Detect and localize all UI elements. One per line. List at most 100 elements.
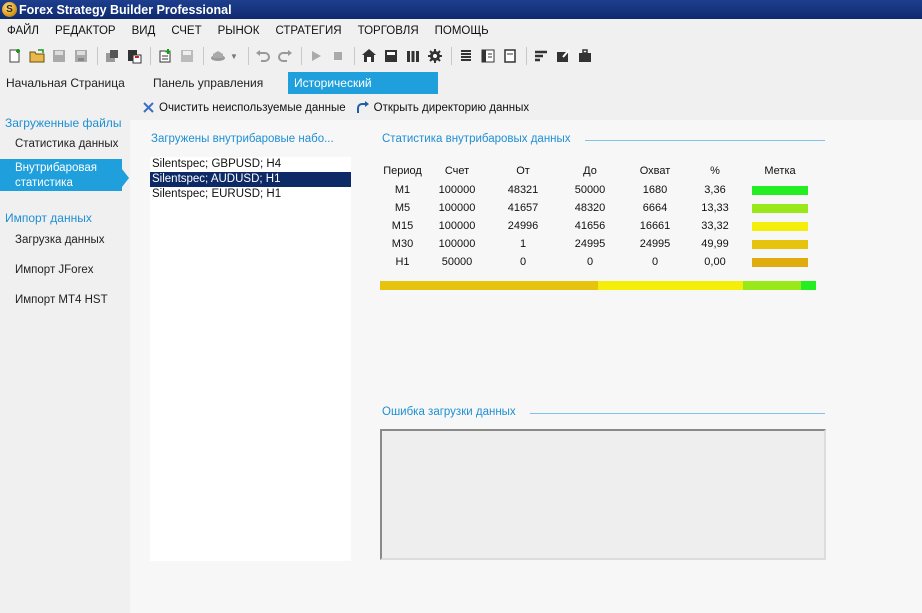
copy-icon[interactable]: [102, 46, 122, 66]
mark-swatch: [752, 257, 808, 267]
new-file-icon[interactable]: [5, 46, 25, 66]
redo-icon[interactable]: [275, 46, 295, 66]
coverage-segment-m30: [380, 281, 598, 290]
list-item[interactable]: Silentspec; EURUSD; H1: [150, 187, 351, 202]
window-title: Forex Strategy Builder Professional: [19, 2, 232, 17]
sidebar-item-intrabar-statistics[interactable]: Внутрибаровая статистика: [0, 159, 122, 191]
terminal-icon[interactable]: [381, 46, 401, 66]
cell-mark: [743, 253, 817, 271]
cell-percent: 13,33: [701, 202, 729, 214]
cell-from: 48321: [507, 184, 539, 196]
clear-unused-button[interactable]: Очистить неиспользуемые данные: [142, 101, 346, 114]
chevron-down-icon[interactable]: ▼: [230, 52, 238, 61]
table-row: M5 100000 41657 48320 6664 13,33: [380, 199, 817, 217]
menu-editor[interactable]: РЕДАКТОР: [48, 25, 125, 37]
play-icon[interactable]: [306, 46, 326, 66]
align-icon[interactable]: [531, 46, 551, 66]
save-as-icon[interactable]: [71, 46, 91, 66]
list-icon[interactable]: [456, 46, 476, 66]
cell-mark: [743, 217, 817, 235]
sidebar-item-label: Внутрибаровая: [15, 162, 97, 174]
sidebar: Загруженные файлы Статистика данных Внут…: [0, 95, 130, 613]
cell-coverage: 6664: [642, 202, 668, 214]
briefcase-icon[interactable]: [575, 46, 595, 66]
open-directory-label: Открыть директорию данных: [373, 101, 530, 114]
menu-file[interactable]: ФАЙЛ: [0, 25, 48, 37]
open-directory-button[interactable]: Открыть директорию данных: [356, 101, 529, 114]
cell-period: M30: [391, 238, 414, 250]
main-content: Очистить неиспользуемые данные Открыть д…: [130, 95, 922, 613]
save-icon[interactable]: [49, 46, 69, 66]
loaded-sets-list[interactable]: Silentspec; GBPUSD; H4 Silentspec; AUDUS…: [150, 157, 351, 561]
menu-help[interactable]: ПОМОЩЬ: [428, 25, 498, 37]
journal-icon[interactable]: [478, 46, 498, 66]
menu-market[interactable]: РЫНОК: [211, 25, 269, 37]
export-icon[interactable]: [553, 46, 573, 66]
col-header-count: Счет: [444, 164, 470, 177]
cell-mark: [743, 235, 817, 253]
cell-count: 100000: [438, 238, 476, 250]
undo-icon[interactable]: [253, 46, 273, 66]
cell-from: 0: [519, 256, 527, 268]
menu-strategy[interactable]: СТРАТЕГИЯ: [268, 25, 350, 37]
mark-swatch: [752, 221, 808, 231]
menu-view[interactable]: ВИД: [125, 25, 165, 37]
cell-to: 24995: [574, 238, 606, 250]
save-indicator-icon[interactable]: [177, 46, 197, 66]
library-icon[interactable]: [403, 46, 423, 66]
cell-count: 100000: [438, 184, 476, 196]
home-icon[interactable]: [359, 46, 379, 66]
sidebar-item-import-jforex[interactable]: Импорт JForex: [15, 264, 94, 276]
col-header-from: От: [516, 164, 530, 177]
sidebar-item-load-data[interactable]: Загрузка данных: [15, 234, 105, 246]
coverage-segment-m5: [743, 281, 802, 290]
settings-icon[interactable]: [425, 46, 445, 66]
mark-swatch: [752, 203, 808, 213]
hat-icon[interactable]: [208, 46, 228, 66]
cell-count: 100000: [438, 220, 476, 232]
cell-coverage: 24995: [639, 238, 671, 250]
sidebar-item-data-statistics[interactable]: Статистика данных: [15, 138, 118, 150]
cell-period: H1: [395, 256, 410, 268]
list-item[interactable]: Silentspec; GBPUSD; H4: [150, 157, 351, 172]
stats-title-divider: [585, 140, 825, 141]
cell-percent: 3,36: [704, 184, 726, 196]
tab-start-page[interactable]: Начальная Страница: [0, 72, 131, 94]
clear-x-icon: [143, 102, 154, 113]
coverage-summary-bar: [380, 281, 816, 290]
cell-percent: 0,00: [704, 256, 726, 268]
add-indicator-icon[interactable]: [155, 46, 175, 66]
cell-count: 100000: [438, 202, 476, 214]
col-header-mark: Метка: [764, 164, 796, 177]
tab-control-panel[interactable]: Панель управления: [147, 72, 269, 94]
open-folder-icon[interactable]: [27, 46, 47, 66]
toolbar-separator: [97, 47, 98, 65]
menu-trading[interactable]: ТОРГОВЛЯ: [351, 25, 428, 37]
errors-textbox[interactable]: [380, 429, 826, 560]
toolbar: ▼: [0, 43, 922, 69]
list-item-selected[interactable]: Silentspec; AUDUSD; H1: [150, 172, 351, 187]
cell-period: M1: [394, 184, 411, 196]
paste-icon[interactable]: [124, 46, 144, 66]
col-header-period: Период: [383, 164, 422, 177]
sidebar-item-import-mt4-hst[interactable]: Импорт MT4 HST: [15, 294, 108, 306]
tab-history-center[interactable]: Исторический центр✕: [288, 72, 438, 112]
page-icon[interactable]: [500, 46, 520, 66]
col-header-to: До: [583, 164, 597, 177]
clear-unused-label: Очистить неиспользуемые данные: [159, 101, 346, 114]
coverage-segment-m1: [801, 281, 816, 290]
cell-to: 50000: [574, 184, 606, 196]
col-header-coverage: Охват: [639, 164, 671, 177]
menu-bar: ФАЙЛ РЕДАКТОР ВИД СЧЕТ РЫНОК СТРАТЕГИЯ Т…: [0, 20, 922, 41]
cell-percent: 49,99: [701, 238, 729, 250]
cell-coverage: 16661: [639, 220, 671, 232]
toolbar-separator: [247, 47, 249, 65]
stop-icon[interactable]: [328, 46, 348, 66]
sidebar-section-import-data: Импорт данных: [5, 211, 92, 225]
mark-swatch: [752, 185, 808, 195]
stats-table: Период Счет От До Охват % Метка M1 10000…: [380, 160, 817, 271]
toolbar-separator: [300, 47, 302, 65]
toolbar-separator: [525, 47, 527, 65]
menu-account[interactable]: СЧЕТ: [164, 25, 210, 37]
cell-percent: 33,32: [701, 220, 729, 232]
